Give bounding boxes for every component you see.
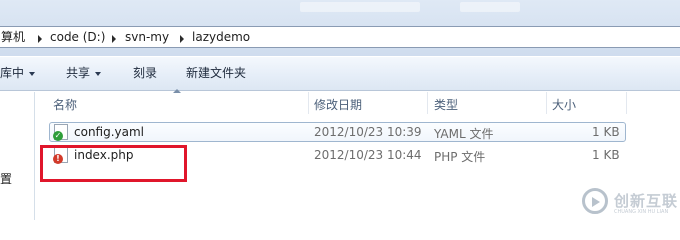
column-header-name[interactable]: 名称	[53, 96, 77, 113]
file-type: YAML 文件	[434, 127, 494, 141]
brand-logo-icon	[582, 188, 608, 214]
burn-button[interactable]: 刻录	[133, 66, 157, 81]
file-type: PHP 文件	[434, 150, 486, 164]
file-modified: 2012/10/23 10:44	[314, 148, 422, 162]
title-bar-ghost	[300, 2, 420, 12]
breadcrumb-separator-icon[interactable]	[38, 35, 42, 43]
column-header-modified[interactable]: 修改日期	[314, 96, 362, 113]
watermark-logo: 创新互联 CHUANG XIN HU LIAN	[580, 186, 680, 220]
breadcrumb-separator-icon[interactable]	[112, 35, 116, 43]
include-in-library-label: 库中	[0, 66, 25, 80]
column-header-type[interactable]: 类型	[434, 96, 458, 113]
column-divider[interactable]	[626, 92, 627, 114]
nav-item-partial[interactable]: 置	[0, 170, 12, 187]
breadcrumb-lazydemo[interactable]: lazydemo	[192, 30, 250, 44]
column-header-row: 名称 修改日期 类型 大小	[36, 89, 680, 114]
include-in-library-button[interactable]: 库中	[0, 66, 36, 81]
file-icon: ✓	[53, 124, 68, 141]
navigation-pane: 置	[0, 92, 35, 220]
new-folder-button[interactable]: 新建文件夹	[186, 66, 246, 81]
address-bar-area: 算机 code (D:) svn-my lazydemo	[0, 0, 680, 56]
sort-ascending-icon	[173, 89, 181, 93]
dropdown-arrow-icon	[29, 71, 36, 76]
svn-normal-status-icon: ✓	[53, 131, 63, 141]
breadcrumb-computer[interactable]: 算机	[1, 30, 25, 44]
breadcrumb-drive[interactable]: code (D:)	[50, 30, 105, 44]
annotation-highlight-box	[40, 145, 187, 182]
file-size: 1 KB	[592, 125, 620, 139]
file-size: 1 KB	[592, 148, 620, 162]
column-header-size[interactable]: 大小	[552, 96, 576, 113]
title-bar-ghost	[460, 2, 520, 12]
column-divider[interactable]	[427, 92, 428, 114]
dropdown-arrow-icon	[95, 71, 102, 76]
address-field[interactable]: 算机 code (D:) svn-my lazydemo	[0, 26, 680, 48]
watermark-text: 创新互联	[614, 192, 679, 210]
share-button[interactable]: 共享	[66, 66, 102, 81]
column-divider[interactable]	[546, 92, 547, 114]
column-divider[interactable]	[308, 92, 309, 114]
breadcrumb-svn-my[interactable]: svn-my	[125, 30, 169, 44]
file-name: config.yaml	[74, 125, 145, 139]
command-toolbar: 库中 共享 刻录 新建文件夹	[0, 56, 680, 91]
file-modified: 2012/10/23 10:39	[314, 125, 422, 139]
watermark-subtext: CHUANG XIN HU LIAN	[614, 209, 669, 215]
file-row-config-yaml[interactable]: ✓ config.yaml 2012/10/23 10:39 YAML 文件 1…	[36, 122, 680, 142]
breadcrumb-separator-icon[interactable]	[180, 35, 184, 43]
share-label: 共享	[66, 66, 91, 80]
